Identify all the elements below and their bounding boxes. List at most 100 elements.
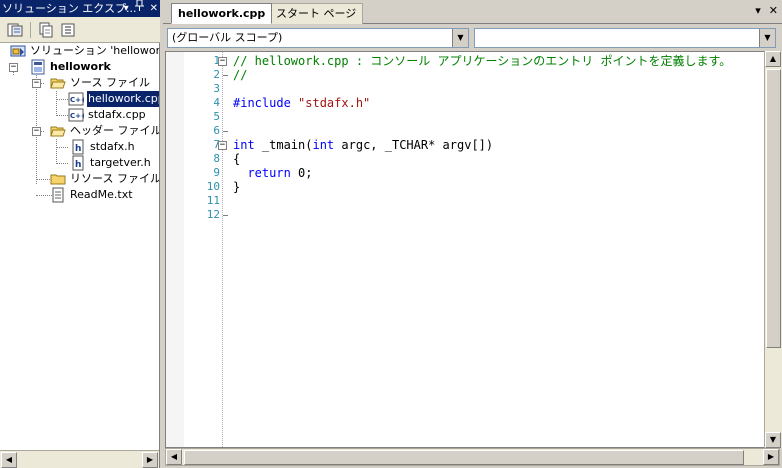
tree-node-resource-files[interactable]: リソース ファイル: [50, 171, 159, 187]
code-line[interactable]: return 0;: [233, 166, 731, 180]
outlining-margin: [222, 52, 232, 447]
member-combo[interactable]: ▼: [474, 28, 776, 48]
collapse-comment-block-toggle[interactable]: −: [218, 57, 227, 66]
scope-combo[interactable]: (グローバル スコープ) ▼: [167, 28, 469, 48]
tree-node-project[interactable]: hellowork: [30, 59, 112, 75]
svg-text:C++: C++: [70, 112, 84, 120]
tab-start-page[interactable]: スタート ページ: [269, 3, 364, 24]
collapse-source-files-toggle[interactable]: −: [32, 79, 41, 88]
outline-end-marker: [223, 131, 228, 132]
cpp-file-icon: C++: [68, 91, 87, 107]
code-line[interactable]: [233, 194, 731, 208]
line-number: 10: [206, 180, 220, 193]
tree-node-label: リソース ファイル: [70, 172, 159, 185]
vertical-scroll-thumb[interactable]: [766, 69, 781, 348]
tree-node-stdafx-cpp[interactable]: C++ stdafx.cpp: [68, 107, 147, 123]
navigation-bar: (グローバル スコープ) ▼ ▼: [163, 25, 782, 51]
window-position-dropdown-icon[interactable]: ▾: [124, 0, 129, 17]
tree-node-label: ソリューション 'hellowork' (1: [30, 44, 159, 57]
code-token: _tmain(: [254, 138, 313, 152]
line-number: 8: [213, 152, 220, 165]
editor-horizontal-scrollbar[interactable]: ◀ ▶: [165, 448, 780, 466]
line-number: 1: [213, 54, 220, 67]
solution-explorer-panel: ソリューション エクスプ... ▾ ✕ − − − ソリューション 'hello…: [0, 0, 160, 468]
outline-end-marker: [223, 215, 228, 216]
folder-icon: [50, 171, 66, 187]
scroll-right-arrow-icon[interactable]: ▶: [763, 449, 779, 465]
line-number: 12: [206, 208, 220, 221]
close-document-icon[interactable]: ✕: [769, 4, 778, 17]
scroll-right-arrow-icon[interactable]: ▶: [142, 452, 158, 468]
code-keyword: int: [312, 138, 335, 152]
tree-node-targetver-h[interactable]: h targetver.h: [70, 155, 152, 171]
svg-text:h: h: [75, 160, 81, 170]
line-number: 6: [213, 124, 220, 137]
code-keyword: #include: [233, 96, 299, 110]
pin-icon[interactable]: [134, 0, 144, 17]
toolbar-separator: [30, 21, 31, 38]
svg-text:h: h: [75, 144, 81, 154]
refresh-icon[interactable]: [59, 21, 77, 39]
code-line[interactable]: [233, 124, 731, 138]
tree-node-header-files[interactable]: ヘッダー ファイル: [50, 123, 159, 139]
collapse-project-toggle[interactable]: −: [9, 63, 18, 72]
code-line[interactable]: [233, 82, 731, 96]
selection-margin[interactable]: [166, 52, 184, 447]
tree-line: [56, 147, 68, 148]
code-content[interactable]: // hellowork.cpp : コンソール アプリケーションのエントリ ポ…: [233, 54, 731, 222]
cpp-file-icon: C++: [68, 107, 87, 123]
tree-node-solution[interactable]: ソリューション 'hellowork' (1: [10, 43, 159, 59]
tree-node-label: stdafx.cpp: [88, 108, 146, 121]
tree-node-source-files[interactable]: ソース ファイル: [50, 75, 151, 91]
line-number-gutter: 1 2 3 4 5 6 7 8 9 10 11 12: [184, 54, 220, 222]
code-text-area[interactable]: 1 2 3 4 5 6 7 8 9 10 11 12 − − // hellowork.cpp : コ…: [165, 51, 780, 448]
tab-hellowork-cpp[interactable]: hellowork.cpp: [171, 3, 273, 24]
active-files-dropdown-icon[interactable]: ▾: [755, 4, 761, 17]
text-file-icon: [50, 187, 66, 203]
properties-icon[interactable]: [6, 21, 24, 39]
tree-node-label: hellowork.cpp: [86, 90, 159, 108]
horizontal-scroll-thumb[interactable]: [184, 450, 744, 465]
scroll-down-arrow-icon[interactable]: ▼: [765, 432, 781, 448]
folder-open-icon: [50, 123, 66, 139]
chevron-down-icon[interactable]: ▼: [759, 29, 775, 47]
close-icon[interactable]: ✕: [150, 0, 158, 17]
solution-explorer-title-bar[interactable]: ソリューション エクスプ... ▾ ✕: [0, 0, 160, 17]
scroll-up-arrow-icon[interactable]: ▲: [765, 51, 781, 67]
tree-node-readme[interactable]: ReadMe.txt: [50, 187, 134, 203]
scroll-left-arrow-icon[interactable]: ◀: [1, 452, 17, 468]
scroll-left-arrow-icon[interactable]: ◀: [166, 449, 182, 465]
line-number: 4: [213, 96, 220, 109]
code-line[interactable]: //: [233, 68, 731, 82]
chevron-down-icon[interactable]: ▼: [452, 29, 468, 47]
code-token: {: [233, 152, 241, 166]
code-line[interactable]: {: [233, 152, 731, 166]
code-line[interactable]: [233, 208, 731, 222]
code-editor-panel: hellowork.cpp スタート ページ ▾ ✕ (グローバル スコープ) …: [163, 0, 782, 468]
code-token: }: [233, 180, 241, 194]
collapse-main-function-toggle[interactable]: −: [218, 141, 227, 150]
project-icon: [30, 59, 46, 75]
tree-line: [56, 115, 68, 116]
tree-node-stdafx-h[interactable]: h stdafx.h: [70, 139, 136, 155]
solution-icon: [10, 43, 26, 59]
code-comment: // hellowork.cpp : コンソール アプリケーションのエントリ ポ…: [233, 54, 732, 68]
svg-text:C++: C++: [70, 96, 84, 104]
tree-node-label: ReadMe.txt: [70, 188, 133, 201]
solution-explorer-title: ソリューション エクスプ...: [2, 2, 137, 15]
code-token: argc, _TCHAR* argv[]): [334, 138, 494, 152]
show-all-files-icon[interactable]: [37, 21, 55, 39]
solution-explorer-horizontal-scrollbar[interactable]: ◀ ▶: [0, 450, 159, 468]
line-number: 11: [206, 194, 220, 207]
editor-vertical-scrollbar[interactable]: ▲ ▼: [764, 51, 782, 448]
code-line[interactable]: }: [233, 180, 731, 194]
code-line[interactable]: [233, 110, 731, 124]
code-line[interactable]: #include "stdafx.h": [233, 96, 731, 110]
code-line[interactable]: int _tmain(int argc, _TCHAR* argv[]): [233, 138, 731, 152]
tree-node-label: targetver.h: [90, 156, 151, 169]
collapse-header-files-toggle[interactable]: −: [32, 127, 41, 136]
tree-node-hellowork-cpp[interactable]: C++ hellowork.cpp: [68, 90, 159, 108]
scope-combo-value: (グローバル スコープ): [172, 31, 283, 44]
code-line[interactable]: // hellowork.cpp : コンソール アプリケーションのエントリ ポ…: [233, 54, 731, 68]
outline-end-marker: [223, 75, 228, 76]
